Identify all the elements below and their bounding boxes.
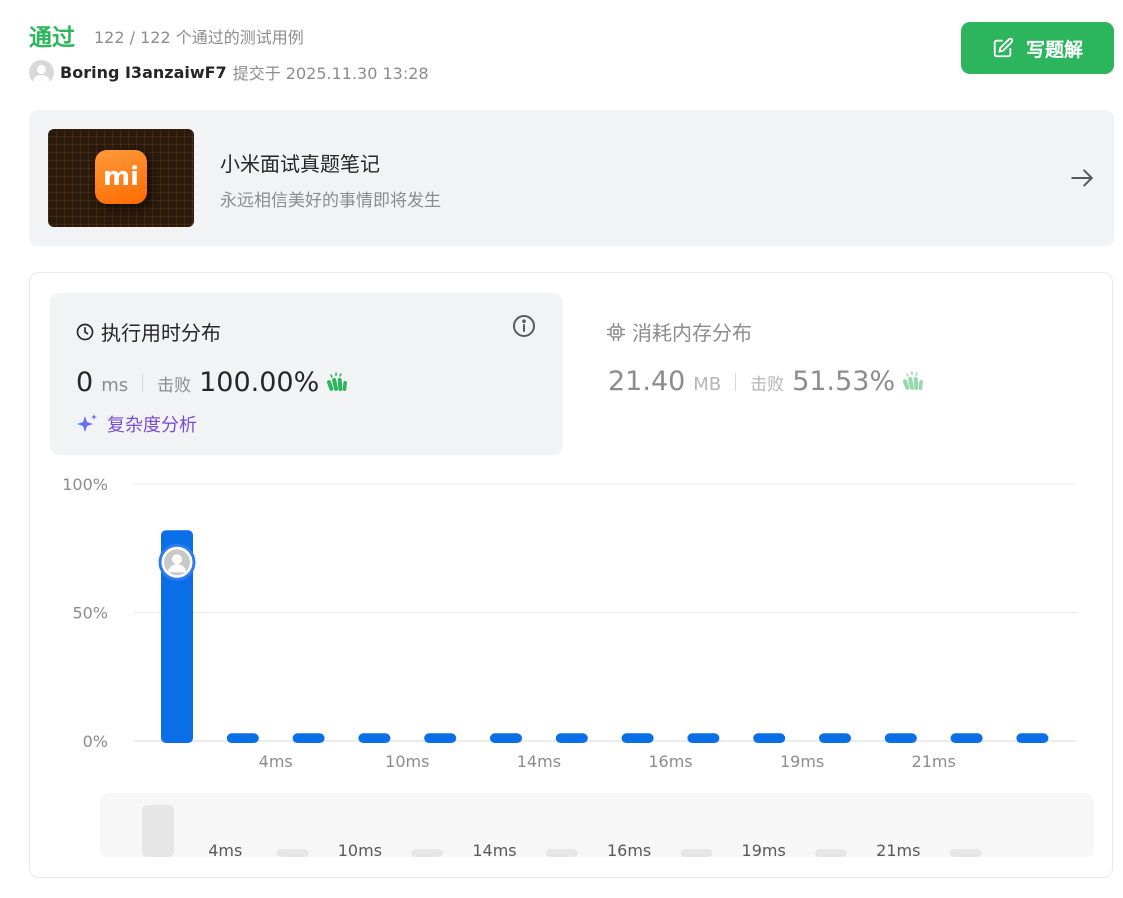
memory-metric: 21.40 MB 击败 51.53%: [608, 366, 925, 397]
arrow-right-icon[interactable]: [1069, 165, 1095, 191]
runtime-title: 执行用时分布: [75, 317, 221, 346]
promo-card[interactable]: mi 小米面试真题笔记 永远相信美好的事情即将发生: [29, 110, 1114, 246]
runtime-unit: ms: [101, 375, 129, 396]
clap-icon: [327, 371, 348, 391]
complexity-analysis-link[interactable]: 复杂度分析: [75, 411, 197, 437]
memory-beats-pct: 51.53%: [792, 366, 896, 397]
runtime-value: 0: [76, 367, 94, 398]
memory-value: 21.40: [608, 366, 686, 397]
xiaomi-logo: mi: [95, 150, 147, 204]
sparkle-icon: [77, 414, 97, 432]
memory-beats-label: 击败: [750, 375, 785, 395]
memory-unit: MB: [693, 374, 722, 395]
runtime-beats-label: 击败: [157, 376, 192, 396]
write-solution-button[interactable]: 写题解: [961, 22, 1114, 74]
runtime-panel[interactable]: 执行用时分布 0 ms 击败 100.00% 复杂度分析: [50, 293, 563, 455]
runtime-title-text: 执行用时分布: [101, 321, 221, 345]
promo-title: 小米面试真题笔记: [220, 152, 380, 176]
memory-title-text: 消耗内存分布: [632, 321, 752, 345]
submitted-time: 提交于 2025.11.30 13:28: [232, 64, 429, 83]
tests-summary: 122 / 122 个通过的测试用例: [94, 28, 304, 47]
info-icon[interactable]: [512, 314, 536, 338]
runtime-beats-pct: 100.00%: [199, 367, 320, 398]
username[interactable]: Boring I3anzaiwF7: [60, 63, 227, 82]
edit-icon: [993, 37, 1014, 58]
clock-icon: [76, 323, 94, 340]
write-solution-label: 写题解: [1025, 38, 1083, 61]
promo-subtitle: 永远相信美好的事情即将发生: [220, 191, 441, 211]
submission-meta: Boring I3anzaiwF7 提交于 2025.11.30 13:28: [29, 59, 429, 85]
divider: [142, 373, 144, 392]
complexity-label: 复杂度分析: [107, 415, 197, 436]
divider: [735, 372, 737, 391]
status-label: 通过: [29, 25, 75, 51]
promo-image: mi: [48, 129, 194, 227]
chip-icon: [606, 322, 626, 341]
stats-card: 执行用时分布 0 ms 击败 100.00% 复杂度分析 消耗内存分布 21.4…: [29, 272, 1113, 878]
runtime-metric: 0 ms 击败 100.00%: [76, 367, 349, 398]
avatar[interactable]: [29, 59, 54, 85]
clap-icon: [903, 370, 924, 390]
memory-tab[interactable]: 消耗内存分布: [606, 317, 752, 346]
